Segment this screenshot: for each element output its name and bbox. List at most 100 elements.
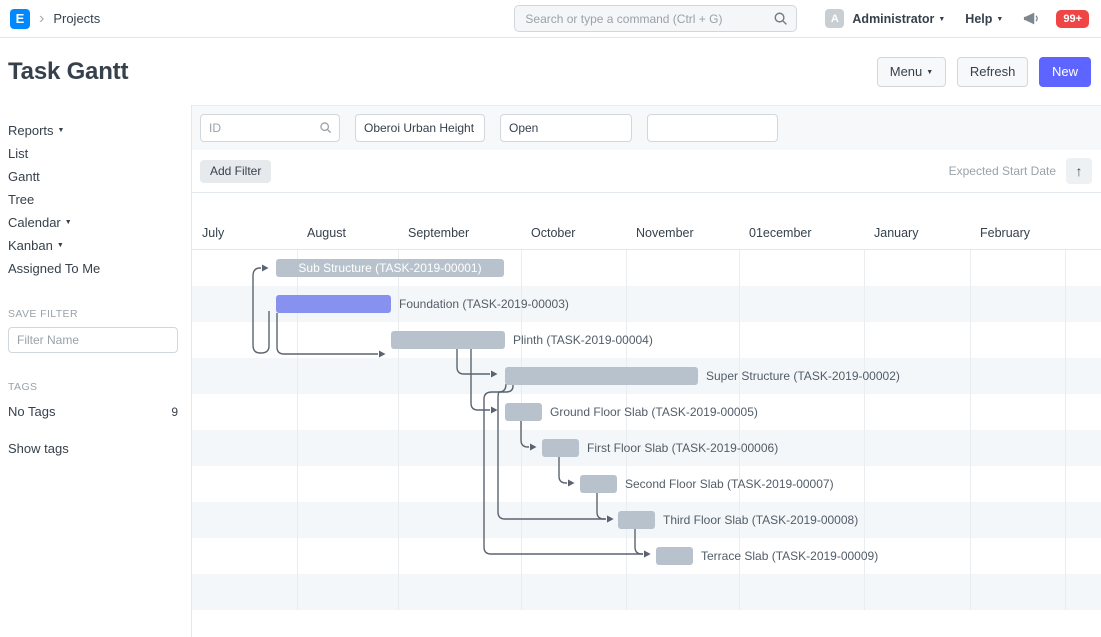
sidebar-item-label: Calendar	[8, 215, 61, 230]
gantt-month-label: November	[636, 226, 694, 240]
gantt-bar[interactable]	[276, 295, 391, 313]
navbar: E › Projects A Administrator▼ Help ▼ 99+	[0, 0, 1101, 38]
dependency-arrowhead	[379, 351, 386, 358]
help-menu[interactable]: Help ▼	[965, 12, 1003, 26]
sidebar-item-label: List	[8, 146, 28, 161]
new-button[interactable]: New	[1039, 57, 1091, 87]
gantt-bar[interactable]	[580, 475, 617, 493]
dependency-arrow	[521, 420, 529, 447]
gantt-bar[interactable]: Sub Structure (TASK-2019-00001)	[276, 259, 504, 277]
dependency-arrowhead	[530, 444, 537, 451]
announcement-icon[interactable]	[1023, 11, 1041, 26]
gantt-bar[interactable]	[391, 331, 505, 349]
gantt-bar[interactable]	[505, 403, 542, 421]
project-filter-input[interactable]	[355, 114, 485, 142]
save-filter-heading: SAVE FILTER	[8, 308, 180, 320]
sidebar-item-label: Tree	[8, 192, 34, 207]
dependency-arrow	[457, 348, 490, 374]
gantt-bar[interactable]	[542, 439, 579, 457]
dependency-arrow	[597, 493, 605, 519]
sidebar-item-tree[interactable]: Tree	[8, 188, 180, 211]
dependency-arrow	[635, 529, 643, 554]
add-filter-button[interactable]: Add Filter	[200, 160, 271, 183]
user-menu[interactable]: Administrator▼	[852, 12, 945, 26]
gantt-rows: Sub Structure (TASK-2019-00001) Foundatio…	[192, 250, 1101, 610]
chevron-down-icon: ▼	[996, 16, 1003, 23]
sidebar-item-gantt[interactable]: Gantt	[8, 165, 180, 188]
breadcrumb-chevron-icon: ›	[39, 11, 44, 27]
app-logo[interactable]: E	[10, 9, 30, 29]
dependency-arrowhead	[491, 407, 498, 414]
status-filter-input[interactable]	[500, 114, 632, 142]
gantt-bar[interactable]	[656, 547, 693, 565]
chevron-down-icon: ▼	[926, 69, 933, 76]
avatar[interactable]: A	[825, 9, 844, 28]
tags-heading: TAGS	[8, 381, 180, 393]
main-content: Add Filter Expected Start Date ↑ July Aug…	[191, 105, 1101, 637]
dependency-arrow	[277, 313, 378, 354]
sidebar-item-list[interactable]: List	[8, 142, 180, 165]
notifications-badge[interactable]: 99+	[1056, 10, 1089, 28]
gantt-month-label: August	[307, 226, 346, 240]
gantt-month-label: February	[980, 226, 1030, 240]
gantt-month-label: January	[874, 226, 918, 240]
dependency-arrowhead	[491, 371, 498, 378]
chevron-down-icon: ▼	[65, 219, 72, 226]
gantt-month-label: July	[202, 226, 224, 240]
gantt-bar-label: Ground Floor Slab (TASK-2019-00005)	[550, 394, 758, 430]
extra-filter-input[interactable]	[647, 114, 778, 142]
menu-button[interactable]: Menu▼	[877, 57, 946, 87]
chevron-down-icon: ▼	[57, 242, 64, 249]
sidebar-item-no-tags[interactable]: No Tags 9	[8, 400, 178, 423]
gantt-bar-label: Terrace Slab (TASK-2019-00009)	[701, 538, 878, 574]
gantt-bar-label: Third Floor Slab (TASK-2019-00008)	[663, 502, 858, 538]
refresh-button[interactable]: Refresh	[957, 57, 1029, 87]
search-icon	[319, 121, 332, 134]
breadcrumb[interactable]: Projects	[53, 11, 100, 26]
menu-button-label: Menu	[890, 64, 923, 79]
gantt-bar-label: Second Floor Slab (TASK-2019-00007)	[625, 466, 834, 502]
sidebar-item-label: Kanban	[8, 238, 53, 253]
no-tags-label: No Tags	[8, 404, 55, 419]
id-filter	[200, 114, 340, 142]
sort-direction-button[interactable]: ↑	[1066, 158, 1092, 184]
page-title: Task Gantt	[8, 58, 128, 86]
dependency-arrowhead	[568, 480, 575, 487]
page-actions: Menu▼ Refresh New	[877, 57, 1091, 87]
gantt-bar-label: First Floor Slab (TASK-2019-00006)	[587, 430, 778, 466]
gantt-bar-label: Super Structure (TASK-2019-00002)	[706, 358, 900, 394]
user-menu-label: Administrator	[852, 12, 934, 26]
sidebar-item-label: Reports	[8, 123, 54, 138]
no-tags-count: 9	[171, 405, 178, 419]
help-menu-label: Help	[965, 12, 992, 26]
sidebar-item-assigned-to-me[interactable]: Assigned To Me	[8, 257, 180, 280]
sort-ascending-icon: ↑	[1076, 163, 1083, 179]
gantt-chart: July August September October November 01ecem…	[192, 193, 1101, 610]
dependency-arrowhead	[607, 516, 614, 523]
gantt-bar-label: Plinth (TASK-2019-00004)	[513, 322, 653, 358]
global-search	[514, 5, 797, 32]
filter-name-input[interactable]	[8, 327, 178, 353]
gantt-month-header: July August September October November 01ecem…	[192, 193, 1101, 250]
chevron-down-icon: ▼	[58, 127, 65, 134]
sidebar-item-reports[interactable]: Reports ▼	[8, 119, 180, 142]
sidebar-item-label: Assigned To Me	[8, 261, 100, 276]
gantt-bar[interactable]	[618, 511, 655, 529]
filter-bar	[192, 105, 1101, 150]
page-head: Task Gantt Menu▼ Refresh New	[0, 38, 1101, 105]
gantt-month-label: 01ecember	[749, 226, 812, 240]
gantt-bar-label: Foundation (TASK-2019-00003)	[399, 286, 569, 322]
navbar-right: A Administrator▼ Help ▼ 99+	[825, 9, 1089, 28]
show-tags-link[interactable]: Show tags	[8, 437, 180, 460]
gantt-month-label: October	[531, 226, 575, 240]
gantt-month-label: September	[408, 226, 469, 240]
sort-row: Add Filter Expected Start Date ↑	[192, 150, 1101, 193]
sidebar-item-kanban[interactable]: Kanban ▼	[8, 234, 180, 257]
sidebar-item-label: Gantt	[8, 169, 40, 184]
gantt-bar[interactable]	[505, 367, 698, 385]
sidebar-item-calendar[interactable]: Calendar ▼	[8, 211, 180, 234]
sidebar: Reports ▼ List Gantt Tree Calendar ▼ Kanba…	[0, 105, 190, 637]
sort-field-selector[interactable]: Expected Start Date	[949, 164, 1056, 178]
global-search-input[interactable]	[514, 5, 797, 32]
dependency-arrow	[559, 457, 567, 483]
